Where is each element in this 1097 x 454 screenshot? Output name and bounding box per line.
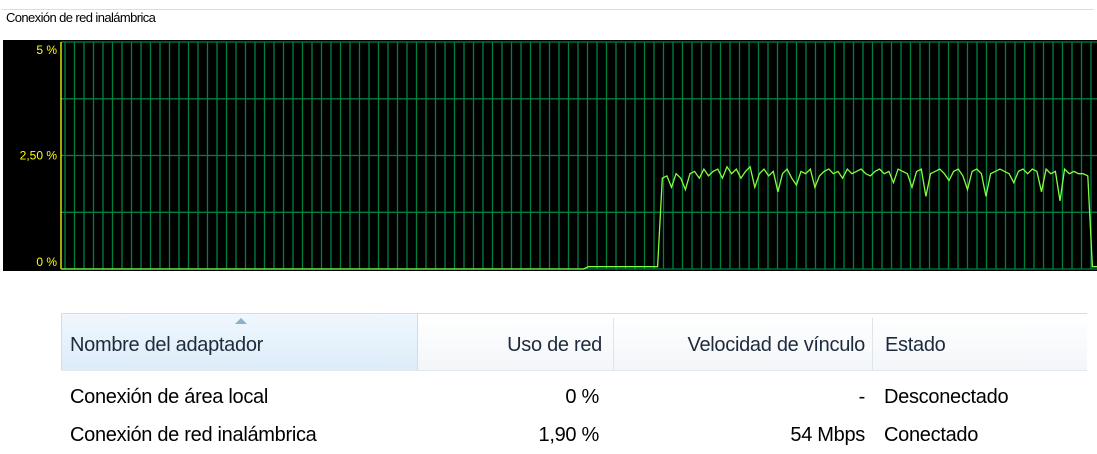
table-row[interactable]: Conexión de red inalámbrica 1,90 % 54 Mb… [61,416,1087,454]
group-title: Conexión de red inalámbrica [6,10,159,26]
network-usage-graph: 5 % 2,50 % 0 % [20,41,1097,270]
column-header-adapter-name[interactable]: Nombre del adaptador [61,314,418,370]
network-usage: 1,90 % [538,424,600,446]
column-header-link-speed[interactable]: Velocidad de vínculo [614,314,872,370]
wireless-connection-group: Conexión de red inalámbrica [2,9,1094,26]
column-label: Nombre del adaptador [70,334,264,356]
y-tick-label: 0 % [36,255,57,269]
adapter-name: Conexión de área local [70,386,268,408]
link-speed: 54 Mbps [790,424,865,446]
column-label: Uso de red [507,334,602,356]
table-header: Nombre del adaptador Uso de red Velocida… [61,313,1087,371]
network-usage-chart: 5 % 2,50 % 0 % [3,40,1097,271]
sort-ascending-icon [235,318,247,324]
link-speed: - [858,386,866,408]
adapter-table: Nombre del adaptador Uso de red Velocida… [61,313,1087,451]
column-header-network-usage[interactable]: Uso de red [419,314,612,370]
status: Desconectado [884,386,1009,408]
y-tick-label: 5 % [36,43,57,57]
status: Conectado [884,424,979,446]
column-label: Estado [885,334,946,356]
adapter-name: Conexión de red inalámbrica [70,424,317,446]
y-tick-label: 2,50 % [20,149,58,163]
column-label: Velocidad de vínculo [687,334,866,356]
network-usage: 0 % [565,386,599,408]
table-row[interactable]: Conexión de área local 0 % - Desconectad… [61,378,1087,416]
column-header-status[interactable]: Estado [873,314,1087,370]
